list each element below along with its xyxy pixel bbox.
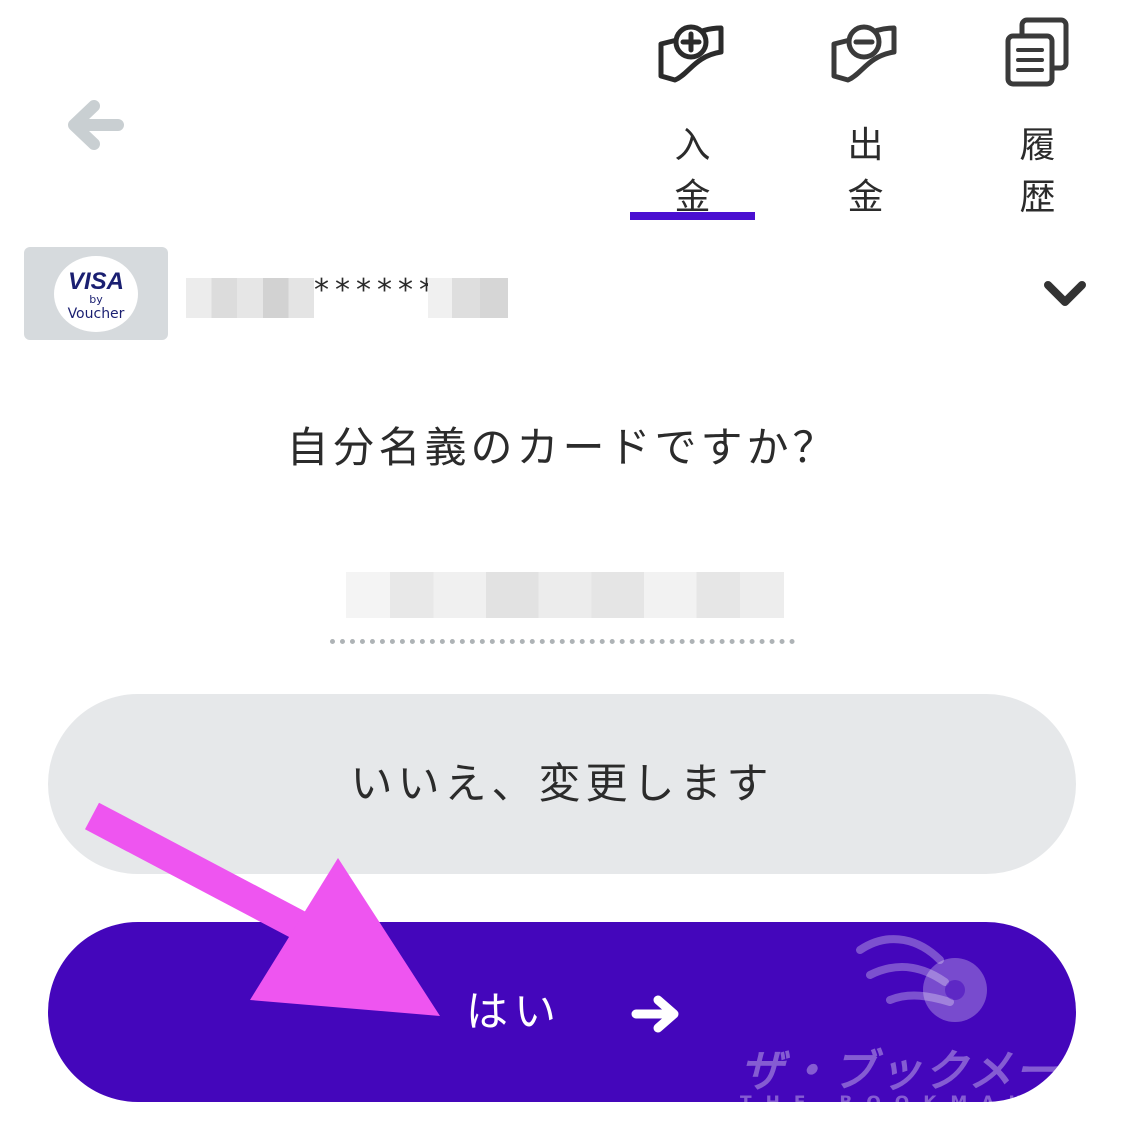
tab-deposit[interactable]: 入金 — [630, 14, 755, 220]
tab-history-label: 履歴 — [1019, 125, 1056, 218]
withdraw-minus-icon — [831, 24, 896, 83]
card-number-redacted-end — [428, 278, 508, 318]
arrow-left-icon — [68, 100, 124, 150]
tab-history[interactable]: 履歴 — [975, 14, 1100, 220]
tab-deposit-label: 入金 — [674, 125, 711, 218]
yes-button[interactable]: はい — [48, 922, 1076, 1102]
chevron-down-icon[interactable] — [1042, 277, 1088, 311]
card-number-masked: ****** — [314, 273, 440, 308]
active-tab-indicator — [630, 212, 755, 220]
tab-withdraw-label: 出金 — [847, 125, 884, 218]
dotted-underline — [330, 639, 795, 644]
deposit-plus-icon — [658, 24, 723, 83]
logo-voucher: Voucher — [67, 306, 125, 322]
card-logo-tile: VISA by Voucher — [24, 247, 168, 340]
ownership-question: 自分名義のカードですか？ — [286, 423, 839, 472]
history-documents-icon — [1005, 17, 1068, 87]
cardholder-name-redacted — [346, 572, 784, 618]
no-change-button[interactable]: いいえ、変更します — [48, 694, 1076, 874]
card-number-redacted-start — [186, 278, 314, 318]
arrow-right-icon — [631, 995, 679, 1033]
yes-button-label: はい — [466, 987, 563, 1036]
logo-by: by — [89, 293, 103, 306]
card-selector[interactable]: VISA by Voucher ****** — [24, 247, 1099, 340]
back-button[interactable] — [66, 98, 126, 152]
cardholder-name-field — [330, 572, 795, 644]
tab-withdraw[interactable]: 出金 — [803, 14, 928, 220]
logo-brand: VISA — [67, 268, 124, 295]
visa-by-voucher-logo: VISA by Voucher — [54, 256, 138, 332]
